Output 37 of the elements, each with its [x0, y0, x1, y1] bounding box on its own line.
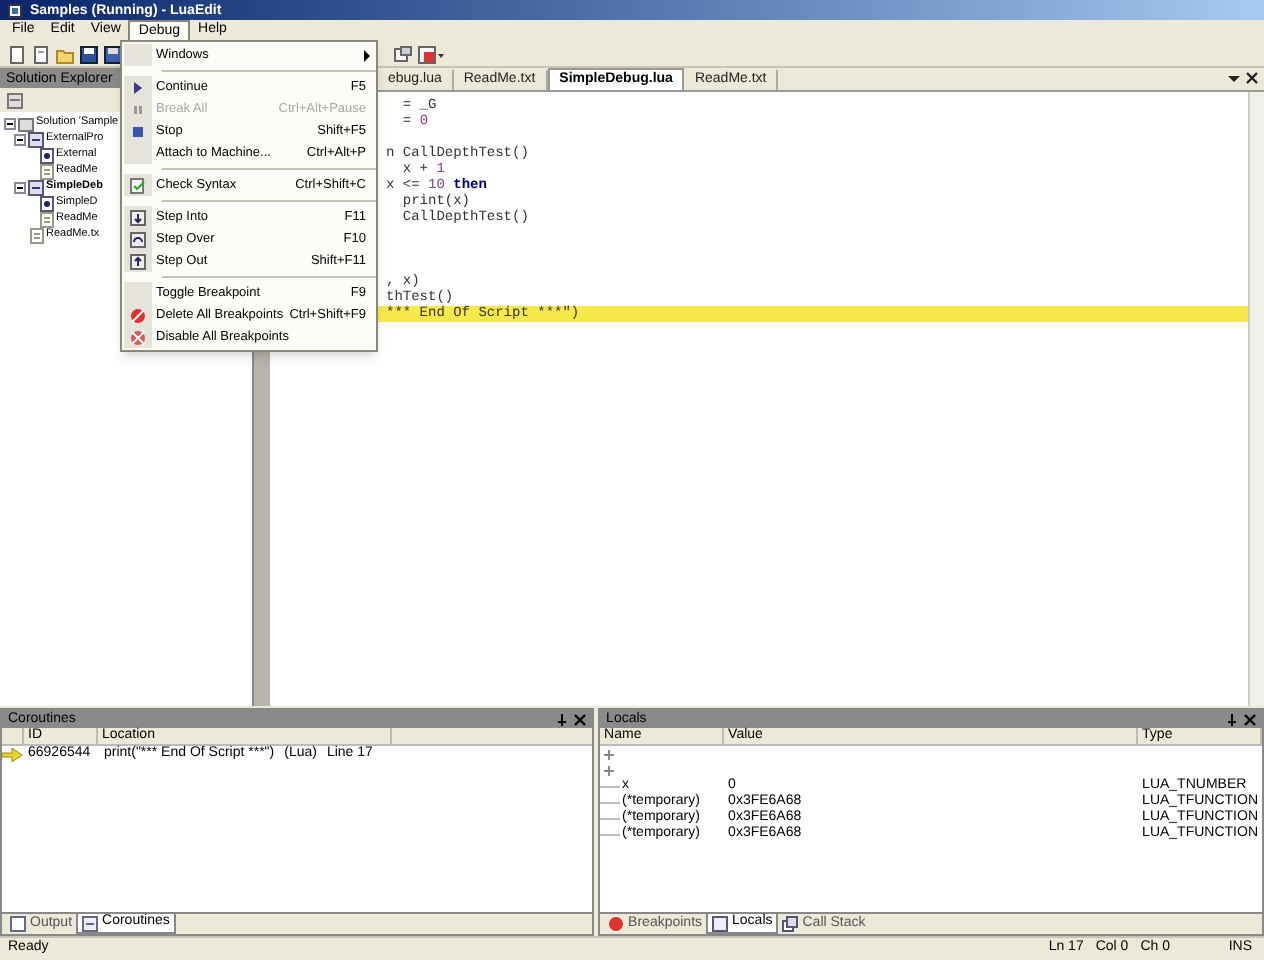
breakpoint-icon: [128, 305, 148, 325]
step-over-icon: [128, 229, 148, 249]
app-icon: [8, 3, 22, 17]
new-file-icon[interactable]: [8, 45, 26, 63]
properties-icon[interactable]: [6, 91, 24, 109]
stop-icon: [128, 121, 148, 141]
locals-icon: [712, 915, 729, 931]
coroutines-icon: [82, 915, 99, 931]
save-icon[interactable]: [80, 45, 98, 63]
dropdown-icon[interactable]: [1228, 72, 1240, 84]
expand-icon[interactable]: [604, 749, 615, 759]
window-icon[interactable]: [394, 45, 412, 63]
solution-icon: [18, 116, 34, 132]
close-icon[interactable]: [1244, 713, 1256, 725]
submenu-arrow-icon: [362, 49, 374, 61]
breakpoint-icon: [128, 327, 148, 347]
check-document-icon: [128, 175, 148, 195]
text-file-icon: [38, 164, 54, 180]
collapse-icon[interactable]: [4, 118, 16, 130]
pin-icon[interactable]: [556, 713, 569, 725]
project-icon: [28, 180, 44, 196]
breakpoint-icon: [608, 916, 625, 932]
project-icon: [28, 132, 44, 148]
lua-file-icon: [38, 148, 54, 164]
step-into-icon: [128, 207, 148, 227]
pin-icon[interactable]: [1226, 713, 1238, 725]
collapse-icon[interactable]: [14, 182, 26, 194]
close-icon[interactable]: [1246, 72, 1258, 84]
windows-dropdown-icon[interactable]: [418, 45, 446, 63]
file-icon[interactable]: [32, 45, 50, 63]
collapse-icon[interactable]: [14, 134, 26, 146]
save-all-icon[interactable]: [104, 45, 122, 63]
close-icon[interactable]: [574, 713, 587, 725]
lua-file-icon: [38, 196, 54, 212]
expand-icon[interactable]: [604, 765, 615, 775]
step-out-icon: [128, 251, 148, 271]
scrollbar[interactable]: [1248, 92, 1264, 706]
